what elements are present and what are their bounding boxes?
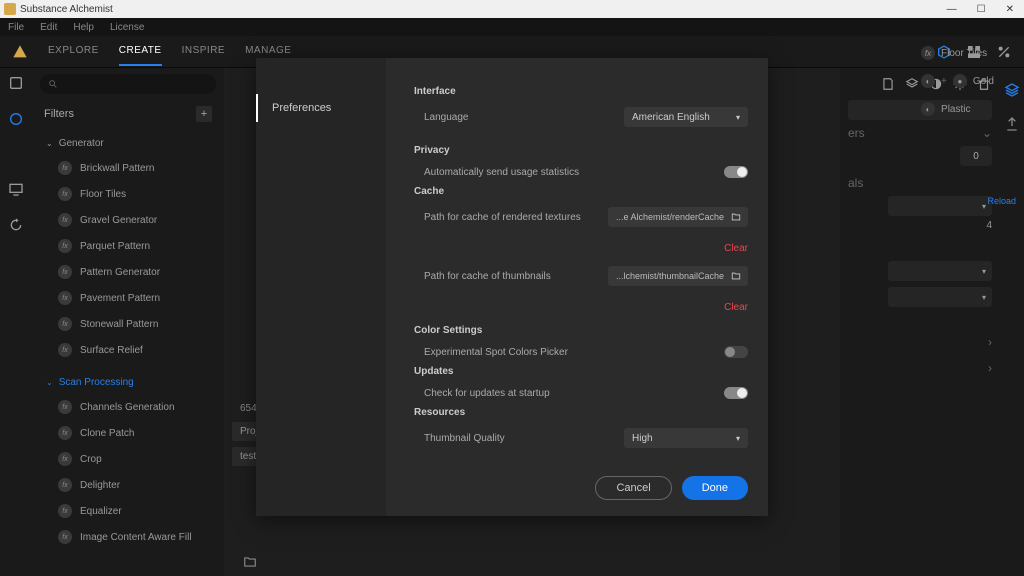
app-title: Substance Alchemist <box>20 4 113 15</box>
menu-edit[interactable]: Edit <box>40 22 57 33</box>
cancel-button[interactable]: Cancel <box>595 476 671 500</box>
render-cache-label: Path for cache of rendered textures <box>414 212 581 223</box>
usage-stats-toggle[interactable] <box>724 166 748 178</box>
app-logo-icon <box>4 3 16 15</box>
minimize-button[interactable]: — <box>941 4 963 15</box>
section-privacy: Privacy <box>414 145 748 156</box>
close-button[interactable]: ✕ <box>1000 4 1020 15</box>
spot-colors-toggle[interactable] <box>724 346 748 358</box>
section-interface: Interface <box>414 86 748 97</box>
menu-file[interactable]: File <box>8 22 24 33</box>
chevron-down-icon: ▾ <box>736 434 740 443</box>
clear-thumb-cache[interactable]: Clear <box>414 290 748 321</box>
window-title-bar: Substance Alchemist — ☐ ✕ <box>0 0 1024 18</box>
menu-bar: File Edit Help License <box>0 18 1024 36</box>
preferences-dialog: Preferences Interface Language American … <box>256 58 768 516</box>
section-resources: Resources <box>414 407 748 418</box>
section-updates: Updates <box>414 366 748 377</box>
language-label: Language <box>414 112 469 123</box>
chevron-down-icon: ▾ <box>736 113 740 122</box>
render-cache-path[interactable]: ...e Alchemist/renderCache <box>608 207 748 227</box>
menu-help[interactable]: Help <box>73 22 94 33</box>
thumb-cache-path[interactable]: ...lchemist/thumbnailCache <box>608 266 748 286</box>
section-color: Color Settings <box>414 325 748 336</box>
section-cache: Cache <box>414 186 748 197</box>
thumb-quality-label: Thumbnail Quality <box>414 433 505 444</box>
check-updates-toggle[interactable] <box>724 387 748 399</box>
done-button[interactable]: Done <box>682 476 748 500</box>
check-updates-label: Check for updates at startup <box>414 388 550 399</box>
usage-stats-label: Automatically send usage statistics <box>414 167 579 178</box>
modal-overlay: Preferences Interface Language American … <box>0 50 1024 576</box>
folder-icon <box>730 212 742 222</box>
language-dropdown[interactable]: American English▾ <box>624 107 748 127</box>
maximize-button[interactable]: ☐ <box>971 4 992 15</box>
preferences-nav-item[interactable]: Preferences <box>256 94 386 122</box>
folder-icon <box>730 271 742 281</box>
thumb-cache-label: Path for cache of thumbnails <box>414 271 551 282</box>
thumb-quality-dropdown[interactable]: High▾ <box>624 428 748 448</box>
spot-colors-label: Experimental Spot Colors Picker <box>414 347 568 358</box>
menu-license[interactable]: License <box>110 22 144 33</box>
clear-render-cache[interactable]: Clear <box>414 231 748 262</box>
